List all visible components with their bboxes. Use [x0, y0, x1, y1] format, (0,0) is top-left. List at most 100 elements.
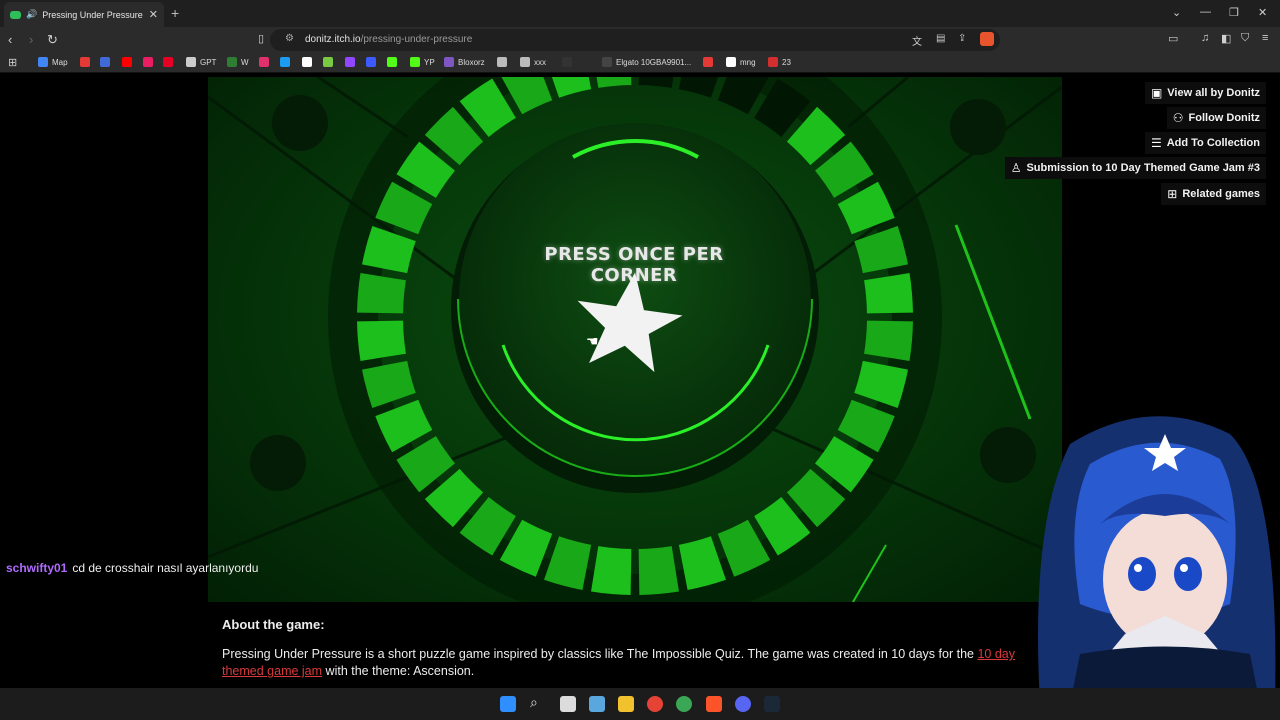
- forward-icon[interactable]: ›: [29, 32, 33, 47]
- apps-grid-icon[interactable]: ⊞: [8, 56, 17, 69]
- steam-icon[interactable]: [764, 696, 780, 712]
- bookmark-item[interactable]: [163, 57, 173, 67]
- active-tab[interactable]: 🔊 Pressing Under Pressure by D... ✕: [4, 2, 164, 27]
- reload-icon[interactable]: ↻: [47, 32, 58, 48]
- bookmark-icon[interactable]: ▯: [258, 32, 264, 45]
- bookmark-favicon-icon: [703, 57, 713, 67]
- media-icon[interactable]: ♫: [1201, 32, 1209, 44]
- bookmark-favicon-icon: [497, 57, 507, 67]
- vtuber-avatar: [1038, 416, 1276, 704]
- game-canvas[interactable]: PRESS ONCE PER CORNER ☚: [208, 77, 1062, 602]
- bookmark-item[interactable]: [80, 57, 90, 67]
- bookmark-favicon-icon: [302, 57, 312, 67]
- corner-pod-tr: [950, 99, 1006, 155]
- bookmark-item[interactable]: [323, 57, 333, 67]
- back-icon[interactable]: ‹: [8, 32, 12, 47]
- brave-icon[interactable]: [706, 696, 722, 712]
- bookmark-item[interactable]: W: [227, 57, 249, 67]
- related-games-button[interactable]: ⊞ Related games: [1161, 183, 1266, 205]
- audio-playing-icon[interactable]: 🔊: [26, 9, 37, 20]
- settings-app-icon[interactable]: [589, 696, 605, 712]
- related-games-label: Related games: [1182, 188, 1260, 200]
- bookmark-item[interactable]: YP: [410, 57, 435, 67]
- bookmark-favicon-icon: [410, 57, 420, 67]
- maximize-button[interactable]: ❐: [1229, 6, 1239, 19]
- stream-chat-message: schwifty01 cd de crosshair nasıl ayarlanı…: [6, 561, 258, 575]
- jam-submission-link[interactable]: ♙ Submission to 10 Day Themed Game Jam #…: [1004, 157, 1266, 179]
- tab-search-icon[interactable]: ⌄: [1172, 6, 1181, 19]
- close-tab-icon[interactable]: ✕: [149, 8, 158, 21]
- bookmark-favicon-icon: [143, 57, 153, 67]
- site-info-icon[interactable]: ⚙: [285, 33, 294, 44]
- minimize-button[interactable]: —: [1200, 6, 1211, 18]
- split-view-icon[interactable]: ◧: [1221, 32, 1231, 45]
- bookmark-item[interactable]: [280, 57, 290, 67]
- follow-button[interactable]: ⚇ Follow Donitz: [1166, 107, 1266, 129]
- add-to-collection-button[interactable]: ☰ Add To Collection: [1144, 132, 1266, 154]
- vpn-icon[interactable]: ⛉: [1241, 32, 1249, 45]
- bookmark-item[interactable]: Bloxorz: [444, 57, 485, 67]
- reader-mode-icon[interactable]: ▤: [936, 33, 945, 44]
- navigation-bar: ‹ › ↻ ▯ ⚙ donitz.itch.io/pressing-under-…: [0, 27, 1280, 53]
- tab-bar: 🔊 Pressing Under Pressure by D... ✕ + ⌄ …: [0, 0, 1280, 27]
- translate-icon[interactable]: 文: [912, 33, 922, 48]
- file-explorer-icon[interactable]: [618, 696, 634, 712]
- task-view-icon[interactable]: [560, 696, 576, 712]
- bookmark-item[interactable]: [497, 57, 507, 67]
- hand-cursor-icon: ☚: [586, 333, 599, 349]
- view-all-label: View all by Donitz: [1167, 87, 1260, 99]
- bookmark-favicon-icon: [387, 57, 397, 67]
- discord-icon[interactable]: [735, 696, 751, 712]
- bookmark-item[interactable]: [302, 57, 312, 67]
- bookmark-item[interactable]: [366, 57, 376, 67]
- bookmark-item[interactable]: [703, 57, 713, 67]
- bookmark-item[interactable]: [122, 57, 132, 67]
- progress-segment-on: [551, 77, 592, 98]
- about-title: About the game:: [222, 617, 325, 632]
- jam-submission-label: Submission to 10 Day Themed Game Jam #3: [1026, 162, 1260, 174]
- chrome-icon[interactable]: [647, 696, 663, 712]
- bookmark-favicon-icon: [227, 57, 237, 67]
- add-list-icon: ☰: [1150, 136, 1162, 150]
- new-tab-button[interactable]: +: [171, 5, 179, 21]
- address-bar[interactable]: ⚙ donitz.itch.io/pressing-under-pressure…: [270, 29, 1000, 51]
- search-icon[interactable]: ⌕: [530, 694, 538, 710]
- bookmark-label: W: [241, 57, 249, 67]
- url-domain: donitz.itch.io: [305, 34, 361, 45]
- url-path: /pressing-under-pressure: [360, 34, 473, 45]
- bookmark-item[interactable]: mng: [726, 57, 756, 67]
- progress-segment-on: [864, 273, 913, 314]
- bookmark-item[interactable]: 23: [768, 57, 791, 67]
- bookmark-favicon-icon: [323, 57, 333, 67]
- share-icon[interactable]: ⇪: [958, 33, 966, 44]
- tab-title: Pressing Under Pressure by D...: [42, 9, 144, 20]
- bookmark-item[interactable]: [100, 57, 110, 67]
- bookmark-favicon-icon: [602, 57, 612, 67]
- collection-icon: ▣: [1150, 86, 1163, 100]
- close-window-button[interactable]: ✕: [1258, 6, 1267, 19]
- add-to-collection-label: Add To Collection: [1166, 137, 1260, 149]
- bookmark-favicon-icon: [280, 57, 290, 67]
- bookmark-favicon-icon: [366, 57, 376, 67]
- bookmark-favicon-icon: [345, 57, 355, 67]
- bookmark-item[interactable]: [562, 57, 572, 67]
- bookmark-label: 23: [782, 57, 791, 67]
- bookmark-label: mng: [740, 57, 756, 67]
- bookmark-item[interactable]: GPT: [186, 57, 216, 67]
- bookmark-item[interactable]: [387, 57, 397, 67]
- brave-shield-icon[interactable]: [980, 32, 994, 46]
- bookmark-item[interactable]: [143, 57, 153, 67]
- menu-icon[interactable]: ≡: [1262, 32, 1268, 44]
- chrome-alt-icon[interactable]: [676, 696, 692, 712]
- windows-taskbar: ⌕: [0, 688, 1280, 720]
- bookmark-item[interactable]: [259, 57, 269, 67]
- view-all-button[interactable]: ▣ View all by Donitz: [1144, 82, 1266, 104]
- bookmark-item[interactable]: [345, 57, 355, 67]
- bookmark-label: Bloxorz: [458, 57, 485, 67]
- bookmark-item[interactable]: xxx: [520, 57, 546, 67]
- start-menu-icon[interactable]: [500, 696, 516, 712]
- sidebar-toggle-icon[interactable]: ▭: [1168, 32, 1178, 45]
- bookmark-item[interactable]: Map: [38, 57, 68, 67]
- star-icon[interactable]: [571, 268, 686, 378]
- bookmark-item[interactable]: Elgato 10GBA9901...: [602, 57, 691, 67]
